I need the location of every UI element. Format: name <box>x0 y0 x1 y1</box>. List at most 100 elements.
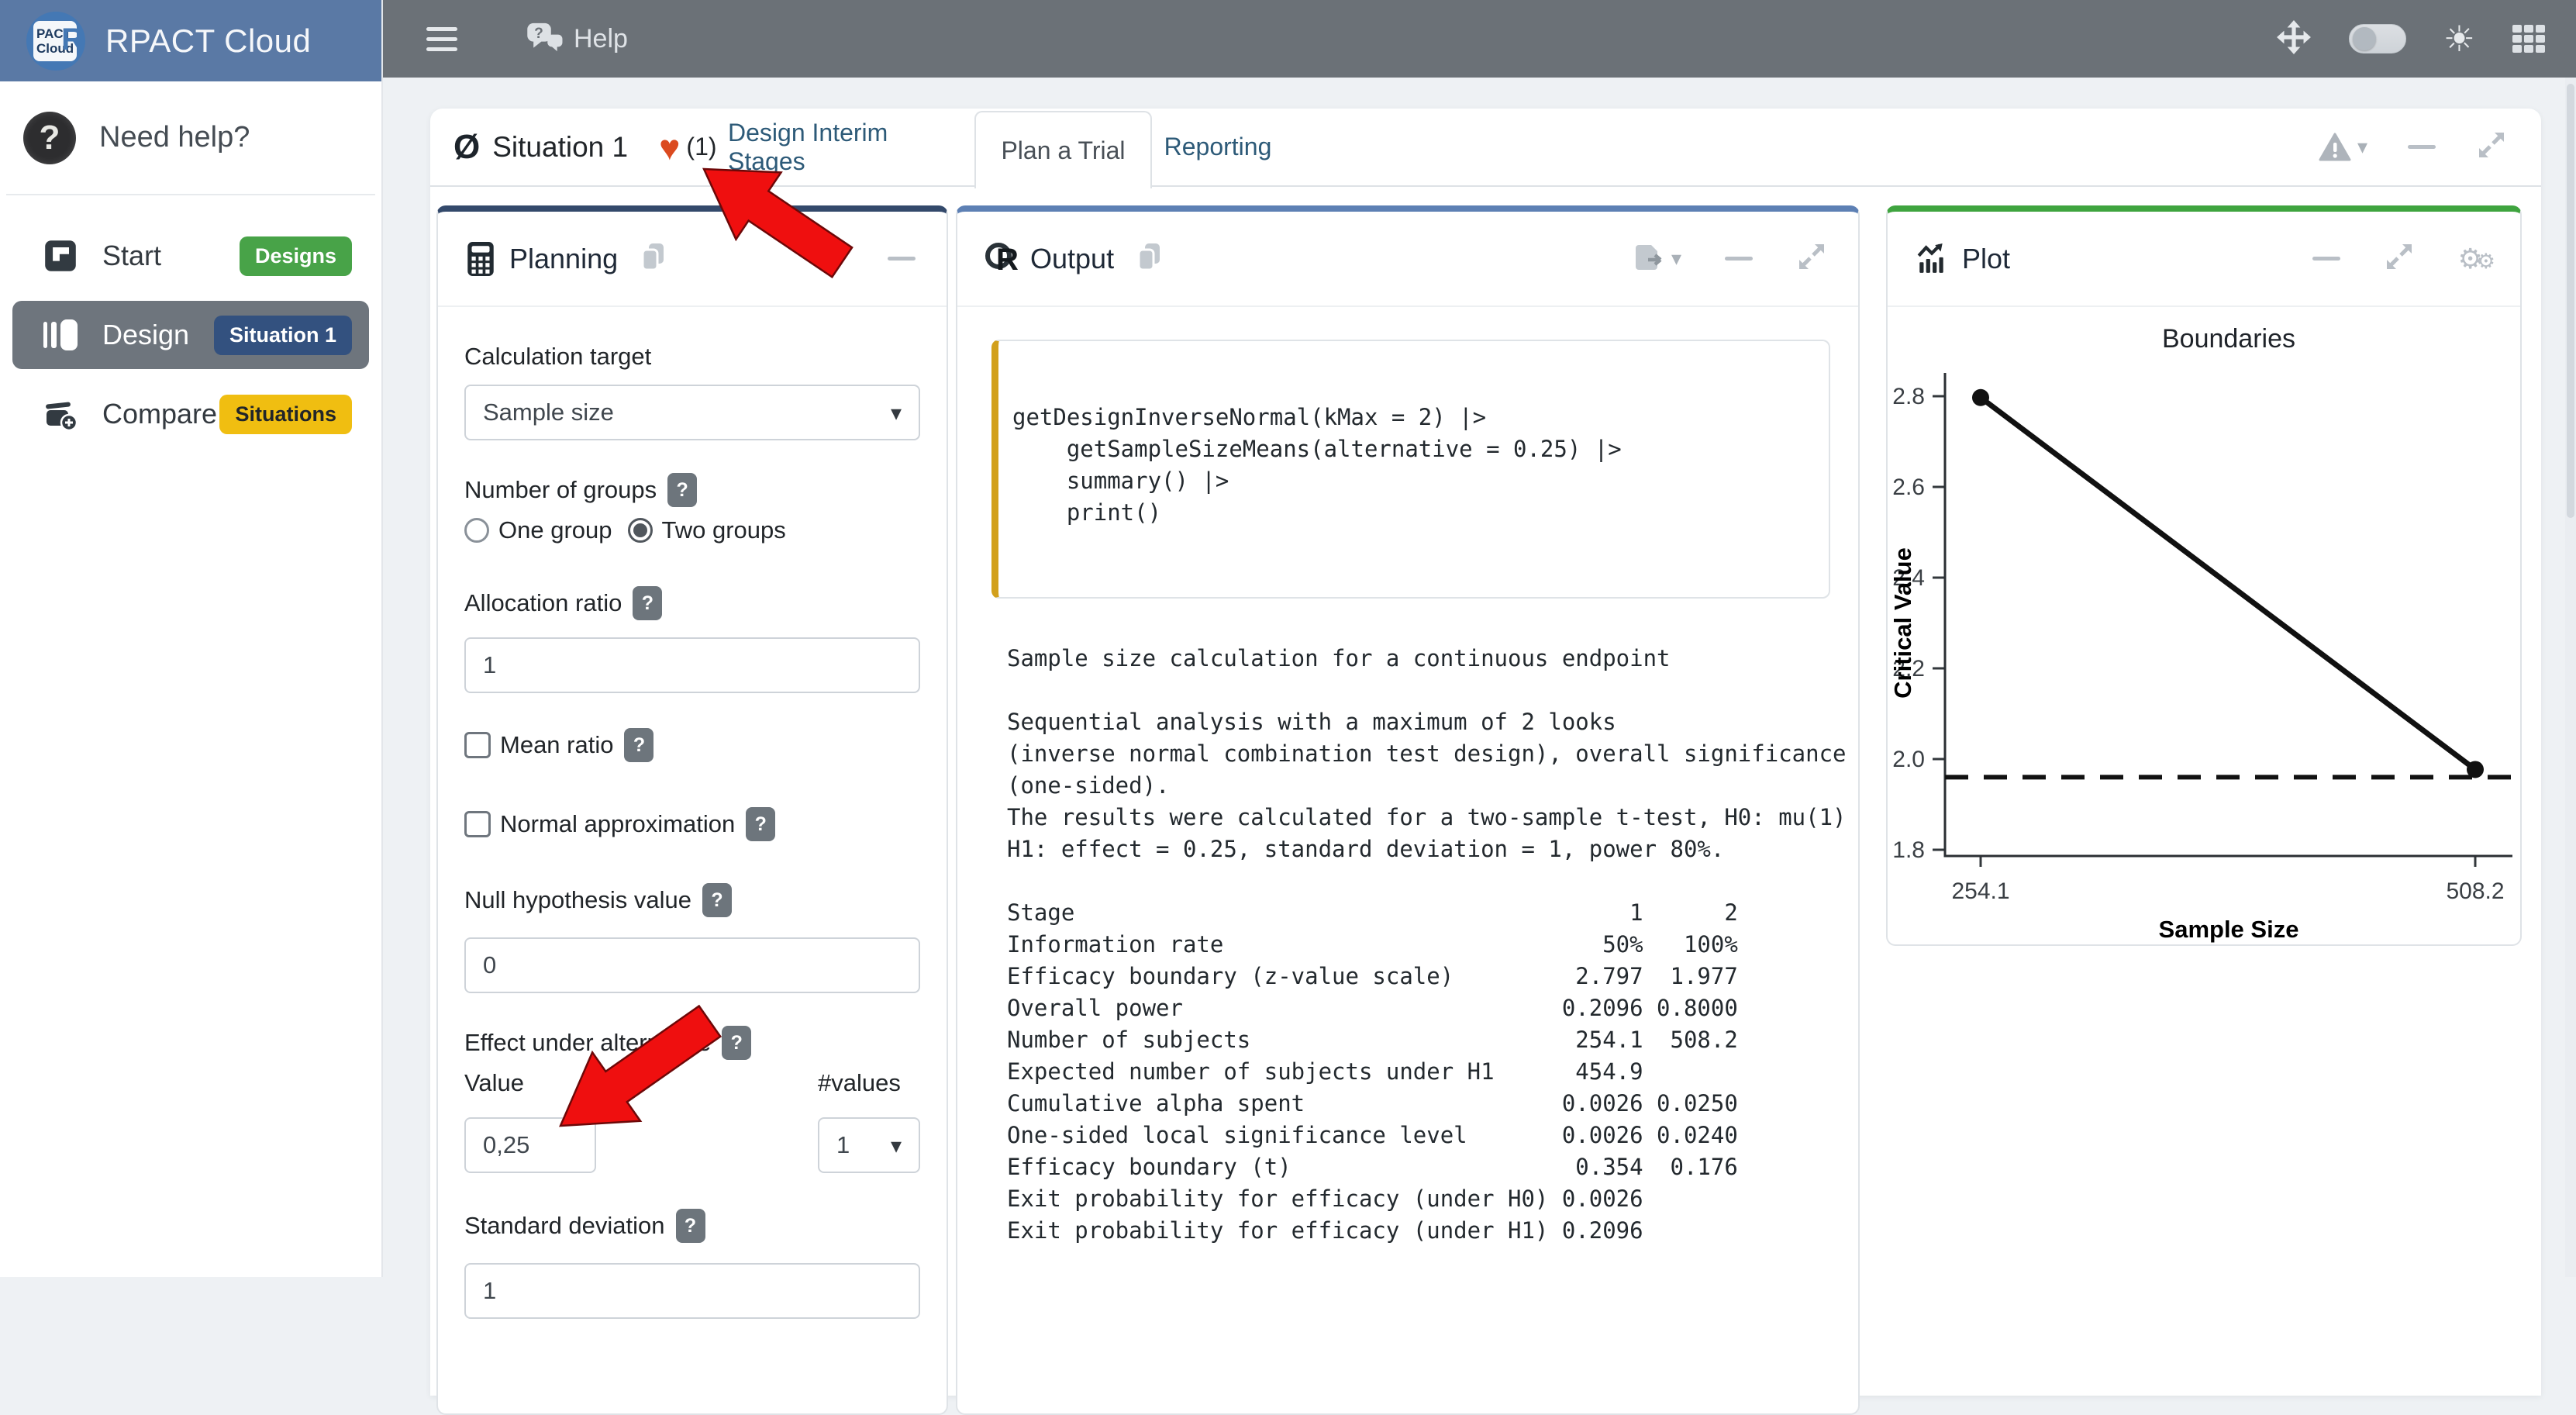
allocation-ratio-input[interactable] <box>464 637 920 693</box>
situation-title: Situation 1 <box>492 131 628 164</box>
file-export-icon <box>1634 243 1665 275</box>
need-help-link[interactable]: ? Need help? <box>0 81 381 194</box>
copy-icon[interactable] <box>1134 241 1164 276</box>
menu-toggle-icon[interactable] <box>426 21 457 57</box>
expand-plot-button[interactable] <box>2384 241 2415 276</box>
warning-dropdown-button[interactable]: ▾ <box>2319 133 2367 162</box>
radio-two-groups[interactable]: Two groups <box>628 516 786 544</box>
rpact-logo-icon[interactable]: PACT Cloud R <box>26 12 85 71</box>
r-logo-icon: R <box>985 241 1024 277</box>
tab-reporting[interactable]: Reporting <box>1167 109 1269 185</box>
sidebar-item-label: Compare <box>102 398 217 430</box>
expand-output-button[interactable] <box>1796 241 1827 276</box>
calculator-icon <box>466 241 495 277</box>
null-hypothesis-input[interactable] <box>464 937 920 993</box>
sidebar-header: PACT Cloud R RPACT Cloud <box>0 0 381 81</box>
collapse-plot-button[interactable] <box>2312 257 2340 261</box>
app-title: RPACT Cloud <box>105 22 311 60</box>
effect-nvalues-select[interactable]: 1▾ <box>818 1117 920 1173</box>
help-question-badge[interactable]: ? <box>746 807 775 841</box>
help-question-badge[interactable]: ? <box>676 1209 705 1243</box>
effect-under-alternative-label: Effect under alternative? <box>464 1027 920 1058</box>
effect-value-input[interactable] <box>464 1117 596 1173</box>
null-hypothesis-label: Null hypothesis value? <box>464 885 920 916</box>
radio-circle-icon[interactable] <box>628 518 653 543</box>
r-code[interactable]: getDesignInverseNormal(kMax = 2) |> getS… <box>1012 402 1813 529</box>
start-icon <box>43 239 78 273</box>
warning-triangle-icon <box>2319 133 2351 162</box>
sidebar-menu: Start Designs Design Situation 1 Compare… <box>0 195 381 448</box>
output-panel: R Output ▾ <box>956 205 1860 1415</box>
dark-mode-toggle[interactable] <box>2349 24 2406 53</box>
fullscreen-arrows-icon[interactable] <box>2276 19 2312 59</box>
help-button[interactable]: ? Help <box>526 19 628 59</box>
vertical-scrollbar[interactable] <box>2565 78 2576 1277</box>
topbar: ? Help ☀ <box>383 0 2576 78</box>
favorite-heart-icon[interactable]: ♥ <box>659 132 680 163</box>
svg-text:2.8: 2.8 <box>1892 384 1925 409</box>
sidebar-item-design[interactable]: Design Situation 1 <box>12 301 369 369</box>
caret-down-icon: ▾ <box>2357 135 2367 159</box>
effect-nvalues-label: #values <box>818 1068 920 1099</box>
standard-deviation-input[interactable] <box>464 1263 920 1319</box>
plot-settings-gears-icon[interactable]: ⚙⚙ <box>2458 243 2490 275</box>
tab-bar: Ø Situation 1 ♥ (1) Design Interim Stage… <box>430 109 2541 187</box>
svg-text:Boundaries: Boundaries <box>2162 324 2295 354</box>
collapse-output-button[interactable] <box>1725 257 1753 261</box>
plot-panel: Plot ⚙⚙ Boundaries1.82.02.22.42.62.8254.… <box>1886 205 2522 946</box>
compare-badge: Situations <box>219 395 352 434</box>
apps-grid-icon[interactable] <box>2512 25 2545 53</box>
toggle-knob <box>2353 27 2376 50</box>
theme-sun-icon[interactable]: ☀ <box>2443 21 2475 57</box>
design-slash-icon: Ø <box>453 128 480 167</box>
help-question-badge[interactable]: ? <box>624 728 653 762</box>
copy-icon[interactable] <box>638 241 667 276</box>
planning-title: Planning <box>509 243 618 275</box>
output-panel-header: R Output ▾ <box>957 212 1858 307</box>
sidebar-item-label: Start <box>102 240 161 272</box>
plot-title: Plot <box>1962 243 2010 275</box>
planning-form: Calculation target Sample size▾ Number o… <box>438 341 947 1319</box>
situation-heading: Ø Situation 1 ♥ (1) <box>453 109 717 185</box>
tab-design-interim-stages[interactable]: Design Interim Stages <box>728 109 954 185</box>
design-badge: Situation 1 <box>214 316 352 355</box>
calculation-target-select[interactable]: Sample size▾ <box>464 385 920 440</box>
radio-one-group[interactable]: One group <box>464 516 612 544</box>
boundaries-chart-svg: Boundaries1.82.02.22.42.62.8254.1508.2Sa… <box>1888 307 2520 943</box>
tab-plan-a-trial[interactable]: Plan a Trial <box>974 111 1152 188</box>
collapse-card-button[interactable] <box>2408 145 2436 149</box>
planning-panel-header: Planning <box>438 212 947 307</box>
caret-down-icon: ▾ <box>891 1133 902 1158</box>
help-bubbles-icon: ? <box>526 19 566 59</box>
situation-card: Ø Situation 1 ♥ (1) Design Interim Stage… <box>430 109 2541 1396</box>
r-code-block: getDesignInverseNormal(kMax = 2) |> getS… <box>991 340 1830 599</box>
plot-panel-header: Plot ⚙⚙ <box>1888 212 2520 307</box>
number-of-groups-radios: One group Two groups <box>464 516 920 544</box>
svg-text:Critical Value: Critical Value <box>1889 547 1916 699</box>
normal-approximation-checkbox[interactable] <box>464 811 491 837</box>
sidebar-item-compare[interactable]: Compare Situations <box>12 380 369 448</box>
wrench-icon[interactable] <box>815 242 844 275</box>
svg-text:2.6: 2.6 <box>1892 475 1925 500</box>
help-question-badge[interactable]: ? <box>702 883 732 917</box>
output-title: Output <box>1030 243 1114 275</box>
boundaries-chart: Boundaries1.82.02.22.42.62.8254.1508.2Sa… <box>1888 307 2520 947</box>
export-dropdown-button[interactable]: ▾ <box>1634 243 1681 275</box>
svg-text:508.2: 508.2 <box>2446 878 2504 904</box>
effect-value-label: Value <box>464 1068 596 1099</box>
mean-ratio-checkbox[interactable] <box>464 732 491 758</box>
chart-icon <box>1916 243 1948 275</box>
caret-down-icon: ▾ <box>1671 247 1681 271</box>
help-question-badge[interactable]: ? <box>722 1026 751 1060</box>
sidebar-item-start[interactable]: Start Designs <box>12 222 369 290</box>
tab-bar-controls: ▾ <box>2319 109 2507 185</box>
question-mark-avatar-icon: ? <box>23 112 76 164</box>
collapse-planning-button[interactable] <box>888 257 916 261</box>
help-question-badge[interactable]: ? <box>633 586 662 620</box>
normal-approximation-row: Normal approximation ? <box>464 807 920 841</box>
radio-circle-icon[interactable] <box>464 518 489 543</box>
help-question-badge[interactable]: ? <box>667 473 697 507</box>
favorite-count: (1) <box>686 133 716 161</box>
scrollbar-thumb[interactable] <box>2567 84 2574 518</box>
expand-card-button[interactable] <box>2476 129 2507 164</box>
